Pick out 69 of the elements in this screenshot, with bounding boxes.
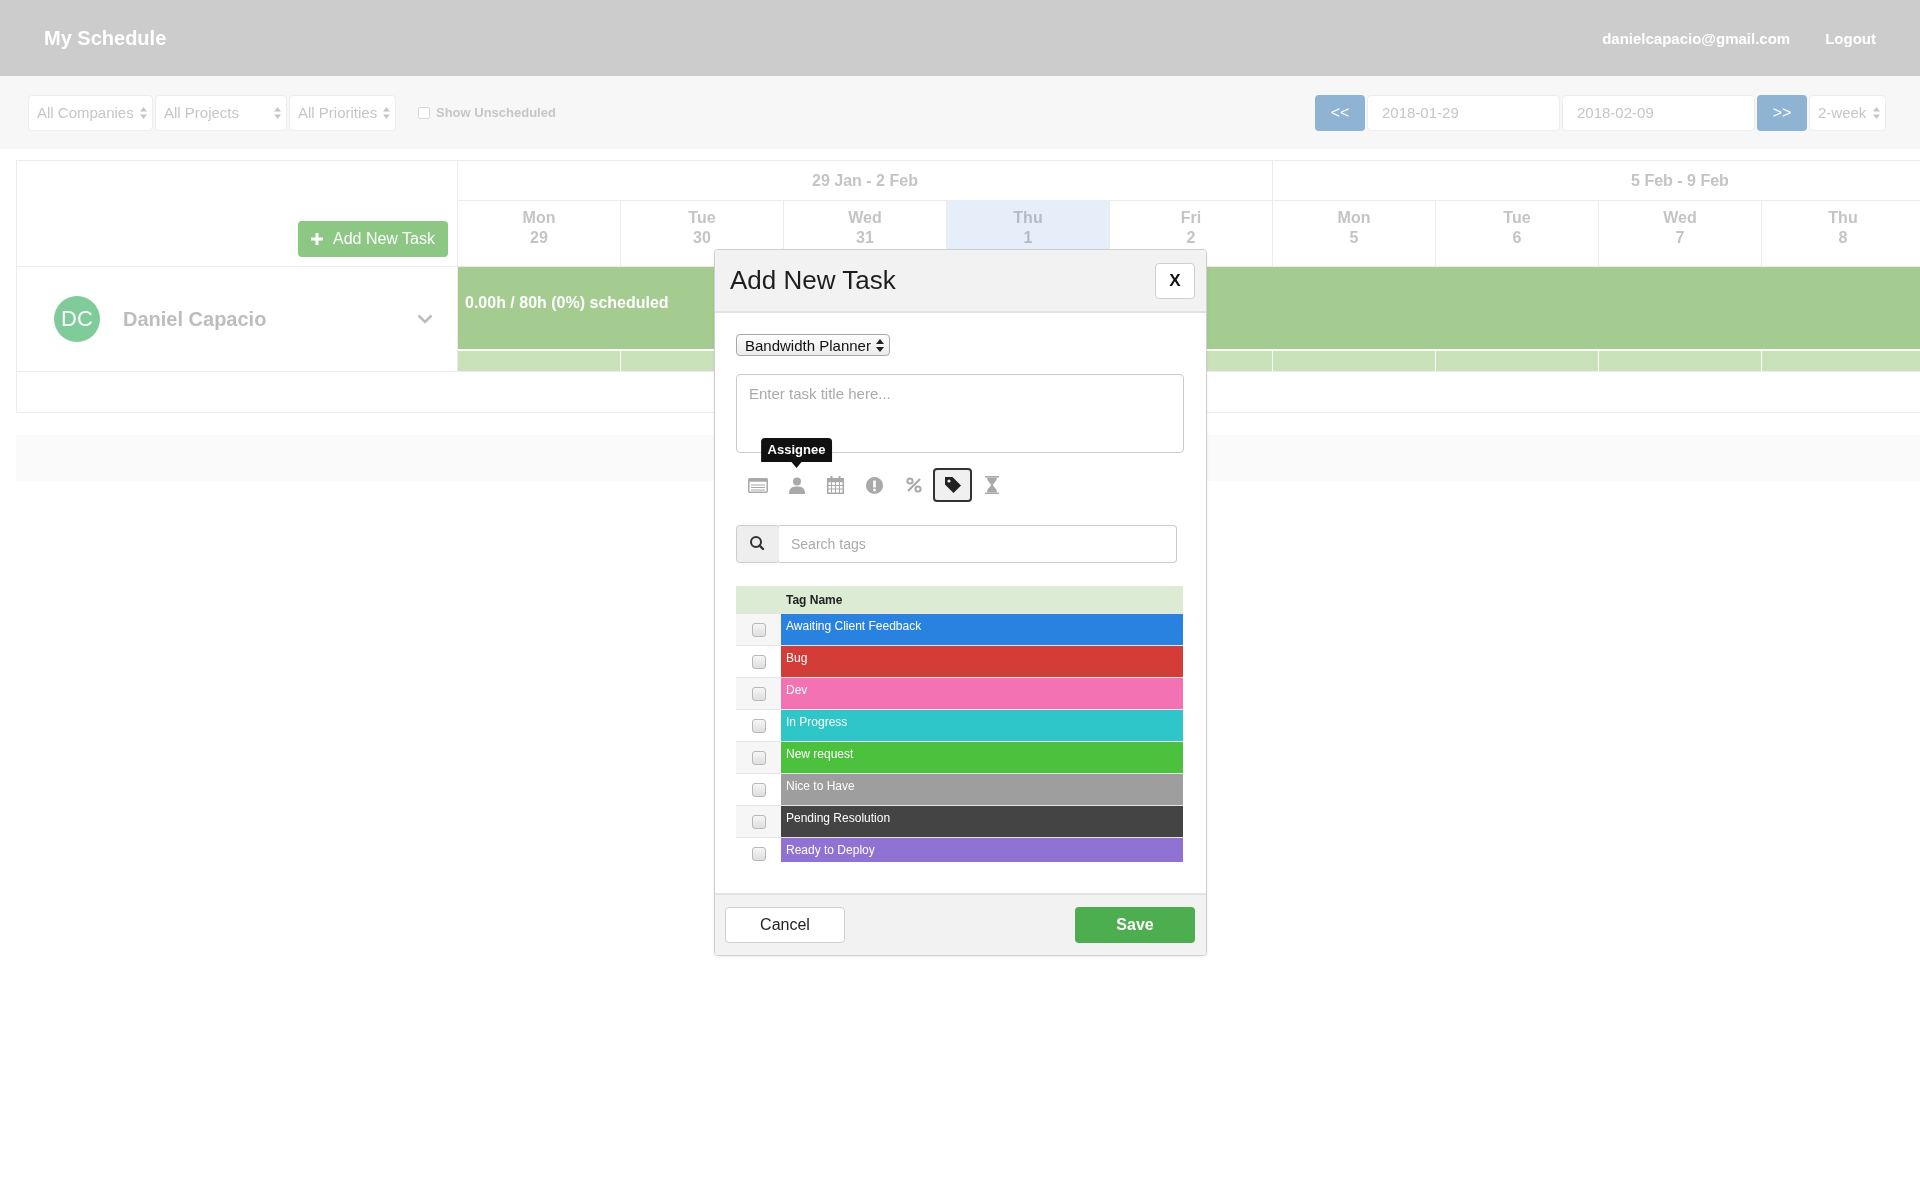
day-date: 2 <box>1186 228 1196 248</box>
project-select[interactable]: Bandwidth Planner <box>736 334 890 356</box>
exclamation-icon <box>866 476 883 494</box>
day-date: 29 <box>530 228 548 248</box>
filter-select[interactable]: All Companies <box>28 94 153 131</box>
day-name: Mon <box>1337 208 1371 228</box>
range-select[interactable]: 2-week <box>1809 94 1886 131</box>
day-name: Wed <box>848 208 882 228</box>
plus-icon <box>311 233 323 245</box>
updown-arrows-icon <box>1873 106 1880 119</box>
tag-search-field[interactable]: Search tags <box>779 525 1177 563</box>
day-date: 7 <box>1675 228 1685 248</box>
day-name: Mon <box>522 208 556 228</box>
tag-icon <box>943 476 962 494</box>
column-header: Tag Name <box>786 592 843 607</box>
previous-period-button[interactable]: << <box>1315 94 1365 131</box>
day-name: Tue <box>688 208 716 228</box>
schedule-summary: 0.00h / 80h (0%) scheduled <box>465 294 669 312</box>
hourglass-icon <box>984 476 999 494</box>
day-name: Fri <box>1180 208 1202 228</box>
card-icon <box>747 477 768 493</box>
day-name: Wed <box>1663 208 1697 228</box>
search-icon <box>736 525 779 563</box>
checkbox[interactable] <box>751 718 766 733</box>
person-icon <box>788 476 805 494</box>
start-date-field[interactable]: 2018-01-29 <box>1367 94 1560 131</box>
checkbox[interactable] <box>751 782 766 797</box>
day-date: 31 <box>856 228 874 248</box>
updown-arrows-icon <box>875 338 884 352</box>
filter-select[interactable]: All Projects <box>155 94 287 131</box>
chevron-down-icon[interactable] <box>417 314 433 324</box>
checkbox[interactable] <box>418 106 430 119</box>
checkbox[interactable] <box>751 814 766 829</box>
percent-icon <box>905 477 922 493</box>
toolbar-button[interactable] <box>933 468 972 502</box>
updown-arrows-icon <box>274 106 281 119</box>
save-button[interactable]: Save <box>1075 907 1195 943</box>
checkbox[interactable] <box>751 654 766 669</box>
tag-name-cell[interactable]: New request <box>781 742 1183 773</box>
add-task-button[interactable]: Add New Task <box>298 221 448 257</box>
day-date: 5 <box>1349 228 1359 248</box>
tag-name-cell[interactable]: Nice to Have <box>781 774 1183 805</box>
day-name: Tue <box>1503 208 1531 228</box>
checkbox[interactable] <box>751 686 766 701</box>
avatar: DC <box>54 296 100 342</box>
filter-select[interactable]: All Priorities <box>289 94 396 131</box>
day-date: 6 <box>1512 228 1522 248</box>
tag-name-cell[interactable]: Awaiting Client Feedback <box>781 614 1183 645</box>
dialog-title: Add New Task <box>730 265 896 296</box>
tag-name-cell[interactable]: Pending Resolution <box>781 806 1183 837</box>
next-period-button[interactable]: >> <box>1757 94 1807 131</box>
updown-arrows-icon <box>383 106 390 119</box>
calendar-icon <box>827 476 844 494</box>
updown-arrows-icon <box>140 106 147 119</box>
tag-name-cell[interactable]: Dev <box>781 678 1183 709</box>
checkbox[interactable] <box>751 846 766 861</box>
close-button[interactable]: X <box>1155 262 1195 299</box>
cancel-button[interactable]: Cancel <box>725 907 845 943</box>
day-name: Thu <box>1828 208 1858 228</box>
tooltip: Assignee <box>760 438 833 468</box>
day-date: 8 <box>1838 228 1848 248</box>
day-date: 30 <box>693 228 711 248</box>
end-date-field[interactable]: 2018-02-09 <box>1562 94 1755 131</box>
tag-name-cell[interactable]: Ready to Deploy <box>781 838 1183 862</box>
tag-name-cell[interactable]: Bug <box>781 646 1183 677</box>
checkbox[interactable] <box>751 622 766 637</box>
checkbox[interactable] <box>751 750 766 765</box>
person-name: Daniel Capacio <box>123 307 267 331</box>
tag-name-cell[interactable]: In Progress <box>781 710 1183 741</box>
